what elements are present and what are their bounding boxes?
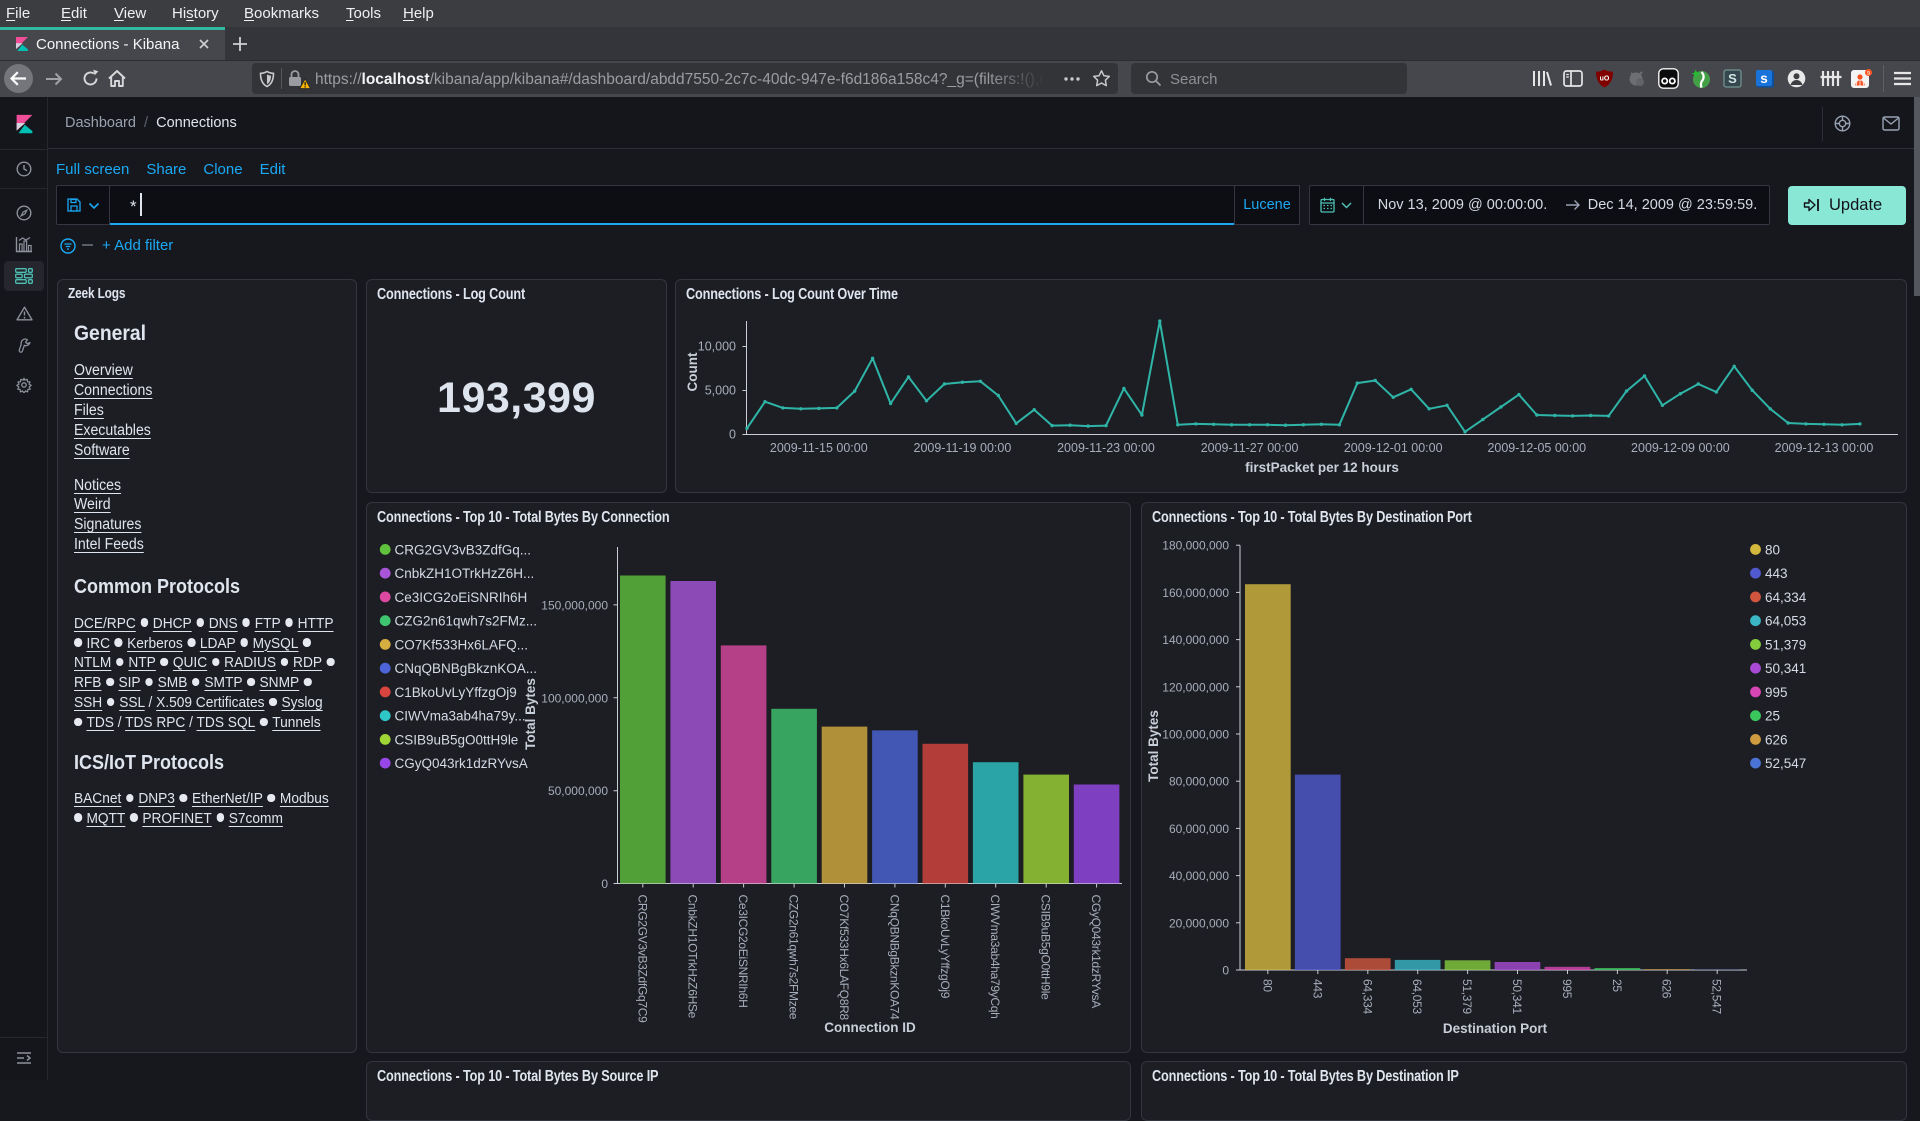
svg-text:120,000,000: 120,000,000	[1162, 680, 1229, 694]
svg-text:2009-11-15 00:00: 2009-11-15 00:00	[770, 441, 868, 455]
svg-text:C1BkoUvLyYffzgOj9: C1BkoUvLyYffzgOj9	[395, 685, 517, 700]
svg-text:51,379: 51,379	[1460, 979, 1474, 1015]
svg-text:Total Bytes: Total Bytes	[523, 678, 538, 750]
svg-text:52,547: 52,547	[1765, 756, 1806, 771]
svg-text:Total Bytes: Total Bytes	[1146, 710, 1161, 782]
svg-text:64,334: 64,334	[1360, 979, 1374, 1015]
svg-text:CIWVma3ab4ha79yCqh: CIWVma3ab4ha79yCqh	[988, 895, 1002, 1019]
svg-text:CRG2GV3vB3ZdfGq7C9: CRG2GV3vB3ZdfGq7C9	[635, 895, 649, 1024]
svg-text:2009-12-01 00:00: 2009-12-01 00:00	[1344, 441, 1443, 455]
svg-text:160,000,000: 160,000,000	[1162, 586, 1229, 600]
svg-text:Count: Count	[685, 352, 700, 391]
svg-text:CRG2GV3vB3ZdfGq...: CRG2GV3vB3ZdfGq...	[395, 542, 532, 557]
svg-text:64,053: 64,053	[1765, 614, 1806, 629]
svg-text:s: s	[1760, 71, 1768, 86]
svg-text:0: 0	[729, 428, 736, 442]
svg-text:64,053: 64,053	[1410, 979, 1424, 1015]
svg-text:443: 443	[1765, 566, 1788, 581]
svg-text:100,000,000: 100,000,000	[1162, 728, 1229, 742]
svg-text:80,000,000: 80,000,000	[1169, 775, 1229, 789]
svg-text:2009-11-23 00:00: 2009-11-23 00:00	[1057, 441, 1155, 455]
svg-text:5,000: 5,000	[705, 384, 736, 398]
svg-text:Destination Port: Destination Port	[1443, 1021, 1548, 1036]
svg-text:40,000,000: 40,000,000	[1169, 869, 1229, 883]
svg-text:626: 626	[1660, 979, 1674, 999]
svg-text:2009-12-13 00:00: 2009-12-13 00:00	[1775, 441, 1874, 455]
svg-text:51,379: 51,379	[1765, 637, 1806, 652]
svg-text:Ce3ICG2oEiSNRIh6H: Ce3ICG2oEiSNRIh6H	[736, 895, 750, 1008]
svg-text:25: 25	[1765, 709, 1780, 724]
svg-text:20,000,000: 20,000,000	[1169, 916, 1229, 930]
svg-text:CSIB9uB5gO0ttH9le: CSIB9uB5gO0ttH9le	[395, 732, 519, 747]
svg-text:uO: uO	[1600, 76, 1610, 83]
svg-text:Ce3ICG2oEiSNRIh6H: Ce3ICG2oEiSNRIh6H	[395, 590, 528, 605]
svg-text:S: S	[1728, 71, 1737, 86]
svg-text:140,000,000: 140,000,000	[1162, 633, 1229, 647]
svg-text:CNqQBNBgBkznKOA74: CNqQBNBgBkznKOA74	[887, 895, 901, 1021]
svg-text:995: 995	[1560, 979, 1574, 999]
svg-text:2009-11-27 00:00: 2009-11-27 00:00	[1201, 441, 1299, 455]
svg-text:995: 995	[1765, 685, 1788, 700]
svg-text:CZG2n61qwh7s2FMz...: CZG2n61qwh7s2FMz...	[395, 614, 538, 629]
svg-text:CZG2n61qwh7s2FMzee: CZG2n61qwh7s2FMzee	[787, 895, 801, 1020]
svg-text:80: 80	[1260, 979, 1274, 992]
svg-text:60,000,000: 60,000,000	[1169, 822, 1229, 836]
svg-text:2009-12-09 00:00: 2009-12-09 00:00	[1631, 441, 1730, 455]
svg-text:CnbkZH1OTrkHzZ6HSe: CnbkZH1OTrkHzZ6HSe	[686, 895, 700, 1019]
svg-text:52,547: 52,547	[1710, 979, 1724, 1015]
svg-text:80: 80	[1765, 542, 1780, 557]
svg-text:180,000,000: 180,000,000	[1162, 539, 1229, 553]
svg-text:CO7Kf533Hx6LAFQ...: CO7Kf533Hx6LAFQ...	[395, 637, 529, 652]
svg-text:CIWVma3ab4ha79y...: CIWVma3ab4ha79y...	[395, 709, 526, 724]
svg-text:50,341: 50,341	[1765, 661, 1806, 676]
svg-text:10,000: 10,000	[698, 340, 736, 354]
svg-text:firstPacket per 12 hours: firstPacket per 12 hours	[1245, 460, 1399, 475]
svg-text:50,000,000: 50,000,000	[548, 784, 608, 798]
svg-text:100,000,000: 100,000,000	[541, 691, 608, 705]
svg-text:CNqQBNBgBkznKOA...: CNqQBNBgBkznKOA...	[395, 661, 538, 676]
svg-text:CnbkZH1OTrkHzZ6H...: CnbkZH1OTrkHzZ6H...	[395, 566, 535, 581]
svg-text:CSIB9uB5gO0ttH9le: CSIB9uB5gO0ttH9le	[1039, 895, 1053, 1001]
svg-text:CO7Kf533Hx6LAFQ8R8: CO7Kf533Hx6LAFQ8R8	[837, 895, 851, 1021]
svg-text:0: 0	[601, 877, 608, 891]
svg-text:25: 25	[1610, 979, 1624, 992]
svg-text:2009-11-19 00:00: 2009-11-19 00:00	[914, 441, 1012, 455]
svg-text:0: 0	[1222, 964, 1229, 978]
svg-text:CGyQ043rk1dzRYvsA: CGyQ043rk1dzRYvsA	[1089, 895, 1103, 1009]
svg-text:626: 626	[1765, 732, 1788, 747]
svg-text:9: 9	[1867, 71, 1870, 77]
svg-text:50,341: 50,341	[1510, 979, 1524, 1015]
svg-text:CGyQ043rk1dzRYvsA: CGyQ043rk1dzRYvsA	[395, 756, 528, 771]
svg-text:150,000,000: 150,000,000	[541, 598, 608, 612]
svg-text:64,334: 64,334	[1765, 590, 1807, 605]
svg-text:Connection ID: Connection ID	[824, 1020, 916, 1035]
svg-text:443: 443	[1310, 979, 1324, 999]
svg-text:C1BkoUvLyYffzgOj9: C1BkoUvLyYffzgOj9	[938, 895, 952, 999]
svg-text:2009-12-05 00:00: 2009-12-05 00:00	[1487, 441, 1586, 455]
